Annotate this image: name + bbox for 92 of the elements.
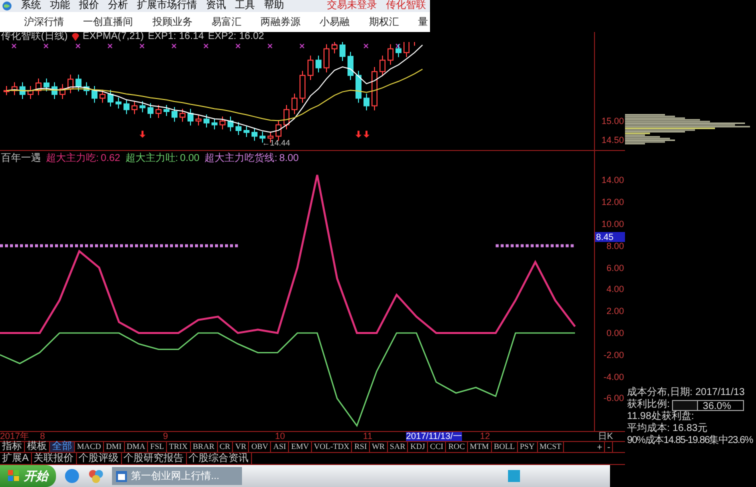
axis-label: 6.00 [606,264,624,273]
indicator-tab[interactable]: MCST [538,442,564,452]
ema-value: EXP2: 16.02 [208,32,264,42]
axis-label: 2.00 [606,307,624,316]
indicator-tab[interactable]: KDJ [408,442,428,452]
zoom-button[interactable]: + [595,442,606,452]
legend-value: 0.00 [180,152,200,166]
indicator-tab[interactable]: VR [233,442,250,452]
indicator-tab[interactable]: DMA [124,442,148,452]
indicator-tab[interactable]: ASI [271,442,290,452]
indicator-tab[interactable]: TRIX [167,442,191,452]
cost-concentration: 90%成本14.85-19.86集中23.6% [627,435,754,447]
legend-label: 超大主力吐: [125,152,178,166]
ema-value: EXP1: 16.14 [148,32,204,42]
indicator-tab[interactable]: MTM [468,442,492,452]
nav-tab[interactable]: 沪深行情 [24,14,64,30]
info-tab[interactable]: 扩展A [0,453,32,464]
nav-tab[interactable]: 小易融 [320,14,350,30]
axis-label: 12.00 [601,198,624,208]
account-name: 传化智联 [386,0,426,12]
nav-tab[interactable]: 易富汇 [211,14,242,30]
menu-item[interactable]: 帮助 [264,0,284,12]
zoom-button[interactable]: - [605,442,614,452]
menu-item[interactable]: 功能 [50,0,70,12]
windows-logo-icon [8,470,20,482]
profit-ratio-reading: 36.0% [702,400,732,412]
indicator-tab[interactable]: FSL [148,442,168,452]
indicator-tab[interactable]: 全部 [50,442,75,452]
chart-title: 传化智联(日线) [1,32,68,42]
nav-tab[interactable]: 投顾业务 [152,14,192,30]
axis-label: -6.00 [603,394,624,404]
indicator-tab[interactable]: MACD [75,442,104,452]
nav-tab[interactable]: 量 [418,14,428,30]
indicator-tab[interactable]: PSY [518,442,538,452]
indicator-tab[interactable]: SAR [388,442,408,452]
indicator-tab[interactable]: RSI [352,442,370,452]
indicator-name: EXPMA(7,21) [82,32,144,42]
legend-value: 8.00 [279,152,299,166]
arrow-icon [140,130,146,138]
info-tab[interactable]: 关联报价 [32,453,77,464]
axis-label: 14.50 [601,136,624,145]
legend-label: 超大主力吃货线: [204,152,278,166]
date-label: 9 [163,432,168,441]
menu-item[interactable]: 工具 [235,0,255,12]
date-label: 12 [480,432,490,441]
panel-title: 成本分布,日期: 2017/11/13 [627,387,746,398]
app-icon[interactable] [88,468,104,484]
indicator-tab[interactable]: 指标 [0,442,25,452]
legend-label: 超大主力吃: [46,152,99,166]
indicator-tab[interactable]: DMI [104,442,125,452]
globe-icon [2,1,12,11]
info-tab[interactable]: 个股综合资讯 [186,453,252,464]
nav-tab[interactable]: 一创直播间 [83,14,134,30]
indicator-tab[interactable]: WR [370,442,388,452]
info-tab[interactable]: 个股评级 [76,453,122,464]
date-label: 8 [40,432,46,441]
axis-label: 4.00 [606,285,624,294]
period-label: 日K [598,432,614,441]
indicator-name: 百年一遇 [1,152,41,166]
info-tab[interactable]: 个股研究报告 [122,453,187,464]
menu-item[interactable]: 资讯 [206,0,226,12]
date-label: 2017/11/13/一 [406,432,462,441]
indicator-tab[interactable]: BOLL [492,442,518,452]
axis-label: 0.00 [606,329,624,338]
indicator-tab[interactable]: VOL-TDX [312,442,352,452]
profit-price-label: 11.98处获利盘: [627,411,696,422]
date-label: 11 [363,432,372,441]
axis-label: 14.00 [601,176,624,186]
date-label: 2017年 [0,432,30,441]
average-cost: 平均成本: 16.83元 [627,423,709,434]
indicator-tab[interactable]: EMV [289,442,312,452]
axis-label: 10.00 [601,220,624,229]
indicator-tab[interactable]: ROC [446,442,468,452]
profit-label: 获利比例: [627,399,670,410]
window-icon [116,470,127,482]
indicator-tab[interactable]: CR [218,442,234,452]
low-price-label: ←14.44 [262,138,290,148]
axis-label: -4.00 [603,372,624,382]
menu-item[interactable]: 分析 [108,0,128,12]
pin-icon [72,33,79,41]
nav-tab[interactable]: 期权汇 [368,14,399,30]
axis-label: -2.00 [603,350,624,360]
nav-tab[interactable]: 两融券源 [260,14,301,30]
axis-label: 15.00 [601,117,624,126]
menu-item[interactable]: 报价 [79,0,99,12]
indicator-tab[interactable]: BRAR [190,442,218,452]
current-value-label: 8.45 [595,232,625,242]
legend-value: 0.62 [100,152,120,166]
indicator-tab[interactable]: CCI [428,442,446,452]
date-label: 10 [275,432,286,441]
axis-label: 8.00 [606,242,624,251]
indicator-tab[interactable]: OBV [249,442,272,452]
